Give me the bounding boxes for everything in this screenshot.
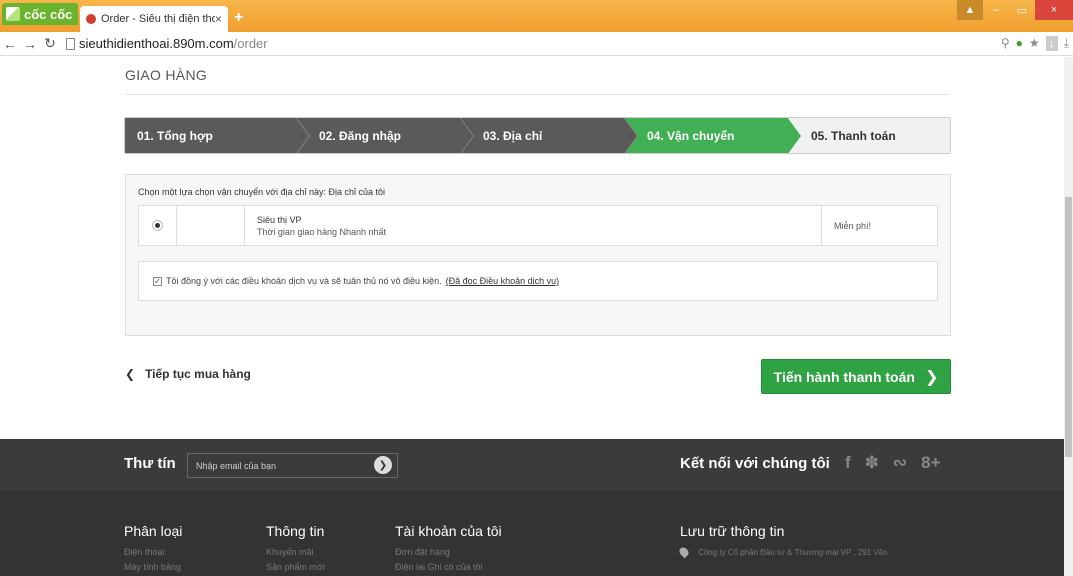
- newsletter-label: Thư tín: [124, 455, 176, 472]
- tab-title: Order - Siêu thị điện thoại: [101, 13, 215, 25]
- proceed-to-checkout-button[interactable]: Tiến hành thanh toán ❯: [761, 359, 951, 394]
- footer-heading: Tài khoản của tôi: [395, 523, 502, 539]
- tab-close-icon[interactable]: ×: [215, 12, 222, 26]
- download-indicator-icon[interactable]: ↓: [1045, 36, 1058, 51]
- page-title: GIAO HÀNG: [125, 67, 208, 83]
- step-label: 05. Thanh toán: [811, 128, 896, 143]
- favicon-icon: [86, 14, 96, 24]
- scrollbar-thumb[interactable]: [1065, 197, 1072, 457]
- chevron-left-icon: ❮: [125, 367, 136, 381]
- page-icon: [66, 37, 75, 50]
- user-profile-icon[interactable]: ▲: [957, 0, 983, 20]
- twitter-icon[interactable]: ✽: [865, 453, 879, 473]
- checkout-label: Tiến hành thanh toán: [773, 368, 915, 385]
- step-label: 01. Tổng hợp: [137, 128, 213, 143]
- browser-tab-bar: cốc cốc Order - Siêu thị điện thoại × + …: [0, 0, 1073, 32]
- url-path: /order: [233, 36, 268, 51]
- footer-column-categories: Phân loại Điện thoại Máy tính bảng: [124, 523, 182, 572]
- footer-link[interactable]: Điện thoại: [124, 547, 182, 557]
- step-arrow: [787, 118, 801, 153]
- step-address[interactable]: 03. Địa chỉ: [459, 118, 638, 153]
- footer-link[interactable]: Điện lại Ghi có của tôi: [395, 562, 502, 572]
- address-bar: ← → ↻ sieuthidienthoai.890m.com /order ⚲…: [0, 32, 1073, 56]
- step-label: 03. Địa chỉ: [483, 128, 543, 143]
- newsletter-email-input[interactable]: Nhập email của bạn: [187, 453, 398, 478]
- google-plus-icon[interactable]: 8+: [921, 453, 940, 473]
- new-tab-button[interactable]: +: [234, 9, 243, 27]
- social-label: Kết nối với chúng tôi: [680, 455, 830, 472]
- footer-heading: Phân loại: [124, 523, 183, 539]
- browser-tab[interactable]: Order - Siêu thị điện thoại ×: [80, 6, 228, 32]
- social-links: f ✽ ∾ 8+: [845, 453, 941, 473]
- step-arrow: [623, 118, 637, 153]
- terms-agreement: ✓ Tôi đồng ý với các điều khoản dịch vụ …: [138, 261, 938, 301]
- checkout-steps: 01. Tổng hợp 02. Đăng nhập 03. Địa chỉ 0…: [124, 117, 951, 154]
- browser-brand-label: cốc cốc: [24, 6, 73, 22]
- zoom-icon[interactable]: ⚲: [1001, 36, 1010, 51]
- carrier-price: Miễn phí!: [834, 220, 872, 231]
- coccoc-logo-icon: [6, 7, 20, 21]
- reload-icon[interactable]: ↻: [40, 35, 60, 52]
- continue-shopping-link[interactable]: ❮ Tiếp tục mua hàng: [125, 367, 251, 381]
- step-label: 02. Đăng nhập: [319, 128, 402, 143]
- footer-link[interactable]: Sản phẩm mới: [266, 562, 325, 572]
- step-arrow: [295, 118, 309, 153]
- footer-column-account: Tài khoản của tôi Đơn đặt hàng Điện lại …: [395, 523, 502, 572]
- footer: Phân loại Điện thoại Máy tính bảng Thông…: [0, 491, 1064, 576]
- footer-link[interactable]: Khuyến mãi: [266, 547, 325, 557]
- footer-link[interactable]: Đơn đặt hàng: [395, 547, 502, 557]
- map-pin-icon: [677, 545, 691, 559]
- back-icon[interactable]: ←: [0, 36, 20, 52]
- chevron-right-icon: ❯: [924, 368, 939, 386]
- shipping-intro: Chọn một lựa chọn vận chuyển với địa chỉ…: [138, 187, 386, 197]
- shipping-options-panel: Chọn một lựa chọn vận chuyển với địa chỉ…: [125, 174, 951, 336]
- address-bar-actions: ⚲ ● ★ ↓ ⤓: [1001, 36, 1069, 51]
- carrier-name: Siêu thị VP: [257, 215, 302, 225]
- footer-column-store: Lưu trữ thông tin Công ty Cổ phần Đầu tư…: [677, 523, 888, 559]
- newsletter-submit-icon[interactable]: ❯: [374, 456, 392, 474]
- extension-icon[interactable]: ●: [1016, 36, 1023, 51]
- step-label: 04. Vận chuyển: [647, 128, 735, 143]
- browser-logo[interactable]: cốc cốc: [2, 3, 79, 25]
- footer-link[interactable]: Máy tính bảng: [124, 562, 182, 572]
- radio-selected-icon: [155, 223, 160, 228]
- newsletter-bar: Thư tín Nhập email của bạn ❯ Kết nối với…: [0, 439, 1064, 491]
- step-summary[interactable]: 01. Tổng hợp: [125, 118, 310, 153]
- facebook-icon[interactable]: f: [845, 453, 851, 473]
- step-shipping: 04. Vận chuyển: [623, 118, 801, 153]
- bookmark-star-icon[interactable]: ★: [1029, 36, 1040, 51]
- window-close-button[interactable]: ×: [1035, 0, 1073, 20]
- footer-column-info: Thông tin Khuyến mãi Sản phẩm mới: [266, 523, 325, 572]
- store-address: Công ty Cổ phần Đầu tư & Thương mại VP ,…: [677, 545, 888, 559]
- minimize-button[interactable]: –: [983, 0, 1009, 20]
- carrier-option[interactable]: Siêu thị VP Thời gian giao hàng Nhanh nh…: [138, 205, 938, 246]
- url-field[interactable]: sieuthidienthoai.890m.com /order: [66, 36, 268, 51]
- forward-icon[interactable]: →: [20, 36, 40, 52]
- download-icon[interactable]: ⤓: [1064, 36, 1069, 51]
- store-address-text: Công ty Cổ phần Đầu tư & Thương mại VP ,…: [698, 547, 888, 557]
- terms-text: Tôi đồng ý với các điều khoản dịch vụ và…: [166, 276, 442, 286]
- carrier-info: Siêu thị VP Thời gian giao hàng Nhanh nh…: [245, 206, 822, 245]
- page-content: GIAO HÀNG 01. Tổng hợp 02. Đăng nhập 03.…: [0, 57, 1064, 576]
- carrier-delay: Thời gian giao hàng Nhanh nhất: [257, 227, 386, 237]
- carrier-logo: [177, 206, 245, 245]
- window-controls: ▲ – ▭ ×: [957, 0, 1073, 20]
- footer-heading: Lưu trữ thông tin: [680, 523, 785, 539]
- carrier-radio[interactable]: [139, 206, 177, 245]
- step-payment: 05. Thanh toán: [787, 118, 950, 153]
- url-host: sieuthidienthoai.890m.com: [79, 36, 234, 51]
- rss-icon[interactable]: ∾: [893, 453, 907, 473]
- restore-button[interactable]: ▭: [1009, 0, 1035, 20]
- terms-checkbox[interactable]: ✓: [153, 276, 162, 286]
- step-login[interactable]: 02. Đăng nhập: [295, 118, 474, 153]
- terms-link[interactable]: (Đã đọc Điều khoản dịch vụ): [446, 276, 560, 286]
- title-divider: [125, 94, 950, 95]
- footer-heading: Thông tin: [266, 523, 325, 539]
- page-scrollbar[interactable]: [1064, 57, 1073, 576]
- continue-shopping-label: Tiếp tục mua hàng: [145, 367, 251, 381]
- step-arrow: [459, 118, 473, 153]
